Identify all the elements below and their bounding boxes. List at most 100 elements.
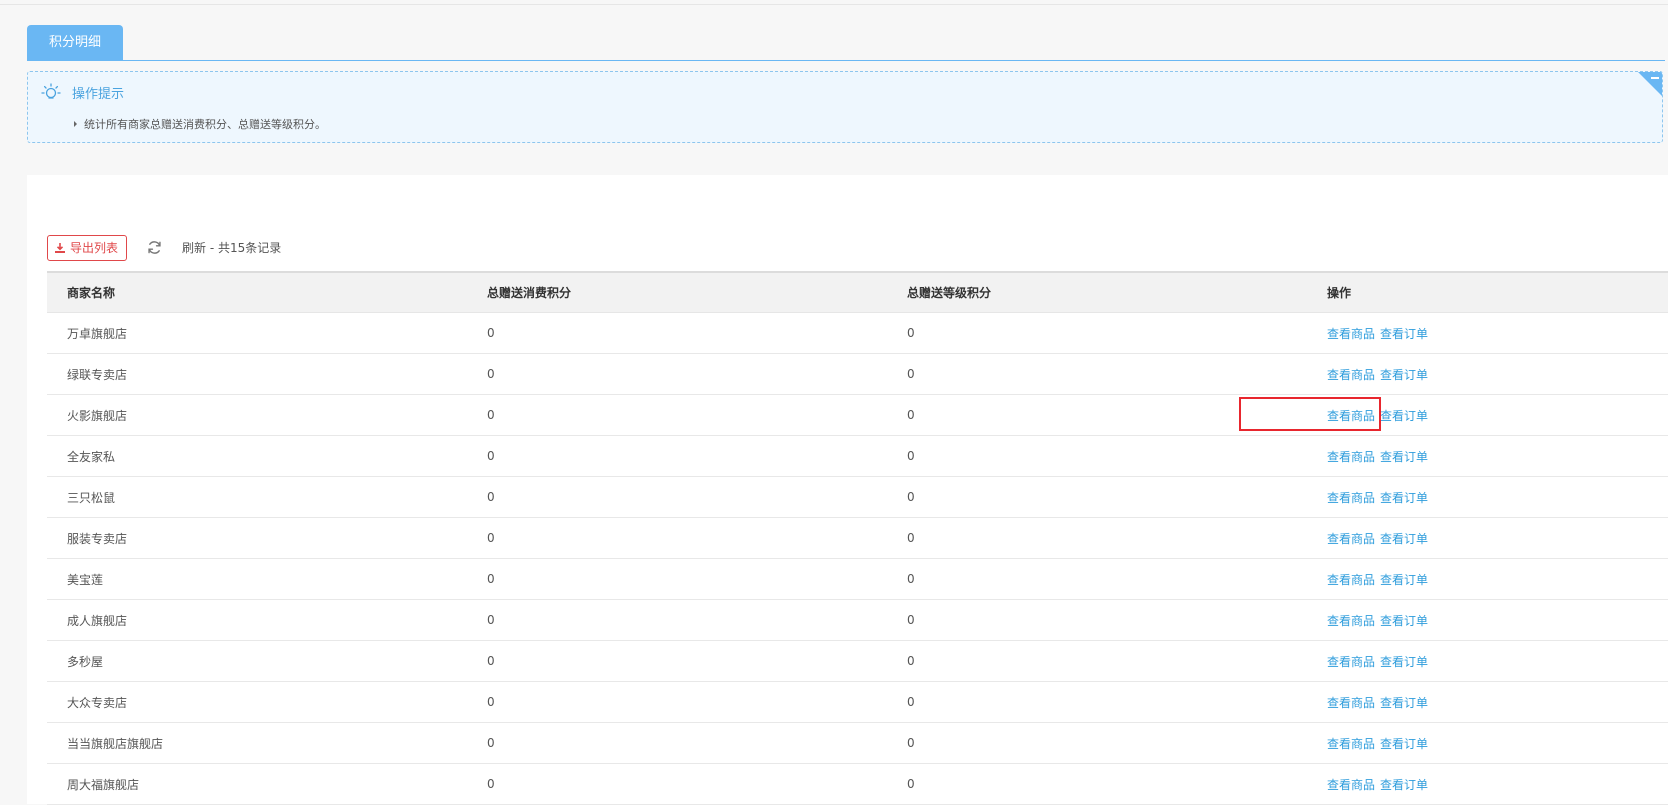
row-actions: 查看商品 查看订单	[1327, 565, 1428, 594]
column-header-level-points: 总赠送等级积分	[887, 271, 1307, 313]
consume-points-cell: 0	[467, 394, 887, 436]
merchant-name-cell: 多秒屋	[47, 640, 467, 682]
table-row: 当当旗舰店旗舰店 0 0 查看商品 查看订单	[47, 722, 1668, 764]
view-goods-link[interactable]: 查看商品	[1327, 573, 1375, 587]
consume-points-cell: 0	[467, 435, 887, 477]
table-header-row: 商家名称 总赠送消费积分 总赠送等级积分 操作	[47, 271, 1668, 313]
merchant-name-cell: 服装专卖店	[47, 517, 467, 559]
collapse-minus-icon[interactable]	[1637, 71, 1663, 97]
tips-item: 统计所有商家总赠送消费积分、总赠送等级积分。	[74, 116, 326, 132]
merchant-name-cell: 成人旗舰店	[47, 599, 467, 641]
view-orders-link[interactable]: 查看订单	[1380, 573, 1428, 587]
level-points-cell: 0	[887, 394, 1307, 436]
consume-points-cell: 0	[467, 517, 887, 559]
refresh-icon[interactable]	[147, 240, 162, 255]
view-goods-link[interactable]: 查看商品	[1327, 409, 1375, 423]
view-goods-link[interactable]: 查看商品	[1327, 491, 1375, 505]
level-points-cell: 0	[887, 353, 1307, 395]
view-orders-link[interactable]: 查看订单	[1380, 655, 1428, 669]
actions-cell: 查看商品 查看订单	[1307, 558, 1668, 600]
table-row: 绿联专卖店 0 0 查看商品 查看订单	[47, 353, 1668, 395]
actions-cell: 查看商品 查看订单	[1307, 599, 1668, 641]
view-goods-link[interactable]: 查看商品	[1327, 327, 1375, 341]
view-goods-link[interactable]: 查看商品	[1327, 655, 1375, 669]
merchant-name-cell: 三只松鼠	[47, 476, 467, 518]
row-actions: 查看商品 查看订单	[1327, 647, 1428, 676]
tab-points-detail[interactable]: 积分明细	[27, 25, 123, 60]
row-actions: 查看商品 查看订单	[1327, 360, 1428, 389]
actions-cell: 查看商品 查看订单	[1307, 476, 1668, 518]
view-goods-link[interactable]: 查看商品	[1327, 696, 1375, 710]
consume-points-cell: 0	[467, 722, 887, 764]
column-header-actions: 操作	[1307, 271, 1668, 313]
table-row: 服装专卖店 0 0 查看商品 查看订单	[47, 517, 1668, 559]
top-divider	[0, 4, 1668, 5]
table-row: 火影旗舰店 0 0 查看商品 查看订单	[47, 394, 1668, 436]
merchant-name-cell: 万卓旗舰店	[47, 312, 467, 354]
view-orders-link[interactable]: 查看订单	[1380, 327, 1428, 341]
table-row: 三只松鼠 0 0 查看商品 查看订单	[47, 476, 1668, 518]
row-actions: 查看商品 查看订单	[1327, 688, 1428, 717]
view-orders-link[interactable]: 查看订单	[1380, 409, 1428, 423]
view-orders-link[interactable]: 查看订单	[1380, 778, 1428, 792]
tips-title: 操作提示	[72, 87, 125, 102]
merchant-name-cell: 周大福旗舰店	[47, 763, 467, 805]
view-orders-link[interactable]: 查看订单	[1380, 491, 1428, 505]
view-goods-link[interactable]: 查看商品	[1327, 532, 1375, 546]
row-actions: 查看商品 查看订单	[1327, 483, 1428, 512]
actions-cell: 查看商品 查看订单	[1307, 353, 1668, 395]
view-goods-link[interactable]: 查看商品	[1327, 778, 1375, 792]
consume-points-cell: 0	[467, 640, 887, 682]
table-row: 多秒屋 0 0 查看商品 查看订单	[47, 640, 1668, 682]
lightbulb-icon	[41, 83, 61, 99]
consume-points-cell: 0	[467, 599, 887, 641]
refresh-record-count[interactable]: 刷新 - 共15条记录	[182, 235, 281, 261]
operation-tips-box: 操作提示 统计所有商家总赠送消费积分、总赠送等级积分。	[27, 71, 1663, 143]
table-row: 美宝莲 0 0 查看商品 查看订单	[47, 558, 1668, 600]
merchant-name-cell: 全友家私	[47, 435, 467, 477]
table-row: 全友家私 0 0 查看商品 查看订单	[47, 435, 1668, 477]
tab-bar: 积分明细	[27, 25, 1665, 61]
actions-cell: 查看商品 查看订单	[1307, 722, 1668, 764]
level-points-cell: 0	[887, 435, 1307, 477]
tips-item-text: 统计所有商家总赠送消费积分、总赠送等级积分。	[84, 118, 326, 131]
consume-points-cell: 0	[467, 312, 887, 354]
export-list-button[interactable]: 导出列表	[47, 235, 128, 261]
view-orders-link[interactable]: 查看订单	[1380, 450, 1428, 464]
row-actions: 查看商品 查看订单	[1327, 442, 1428, 471]
column-header-consume-points: 总赠送消费积分	[467, 271, 887, 313]
merchant-name-cell: 大众专卖店	[47, 681, 467, 723]
content-panel: 导出列表 刷新 - 共15条记录 商家名称 总赠送消费积分 总赠送等级积分 操作…	[27, 175, 1668, 805]
actions-cell: 查看商品 查看订单	[1307, 681, 1668, 723]
actions-cell: 查看商品 查看订单	[1307, 312, 1668, 354]
row-actions: 查看商品 查看订单	[1327, 729, 1428, 758]
level-points-cell: 0	[887, 476, 1307, 518]
level-points-cell: 0	[887, 640, 1307, 682]
actions-cell: 查看商品 查看订单	[1307, 435, 1668, 477]
row-actions: 查看商品 查看订单	[1327, 524, 1428, 553]
view-orders-link[interactable]: 查看订单	[1380, 368, 1428, 382]
view-goods-link[interactable]: 查看商品	[1327, 450, 1375, 464]
level-points-cell: 0	[887, 681, 1307, 723]
merchant-name-cell: 美宝莲	[47, 558, 467, 600]
view-goods-link[interactable]: 查看商品	[1327, 737, 1375, 751]
table-body: 万卓旗舰店 0 0 查看商品 查看订单 绿联专卖店 0 0 查看商品 查看订单 火影旗舰店 0 0 查看商…	[47, 312, 1668, 805]
view-goods-link[interactable]: 查看商品	[1327, 614, 1375, 628]
merchant-points-table: 商家名称 总赠送消费积分 总赠送等级积分 操作 万卓旗舰店 0 0 查看商品 查看订单绿…	[47, 271, 1668, 805]
merchant-name-cell: 火影旗舰店	[47, 394, 467, 436]
view-orders-link[interactable]: 查看订单	[1380, 614, 1428, 628]
actions-cell: 查看商品 查看订单	[1307, 517, 1668, 559]
table-row: 大众专卖店 0 0 查看商品 查看订单	[47, 681, 1668, 723]
table-row: 万卓旗舰店 0 0 查看商品 查看订单	[47, 312, 1668, 354]
table-toolbar: 导出列表 刷新 - 共15条记录	[47, 235, 647, 261]
level-points-cell: 0	[887, 558, 1307, 600]
download-icon	[55, 243, 65, 253]
view-orders-link[interactable]: 查看订单	[1380, 696, 1428, 710]
bullet-arrow-icon	[74, 121, 77, 127]
view-orders-link[interactable]: 查看订单	[1380, 737, 1428, 751]
consume-points-cell: 0	[467, 558, 887, 600]
view-orders-link[interactable]: 查看订单	[1380, 532, 1428, 546]
merchant-name-cell: 当当旗舰店旗舰店	[47, 722, 467, 764]
row-actions: 查看商品 查看订单	[1327, 770, 1428, 799]
view-goods-link[interactable]: 查看商品	[1327, 368, 1375, 382]
